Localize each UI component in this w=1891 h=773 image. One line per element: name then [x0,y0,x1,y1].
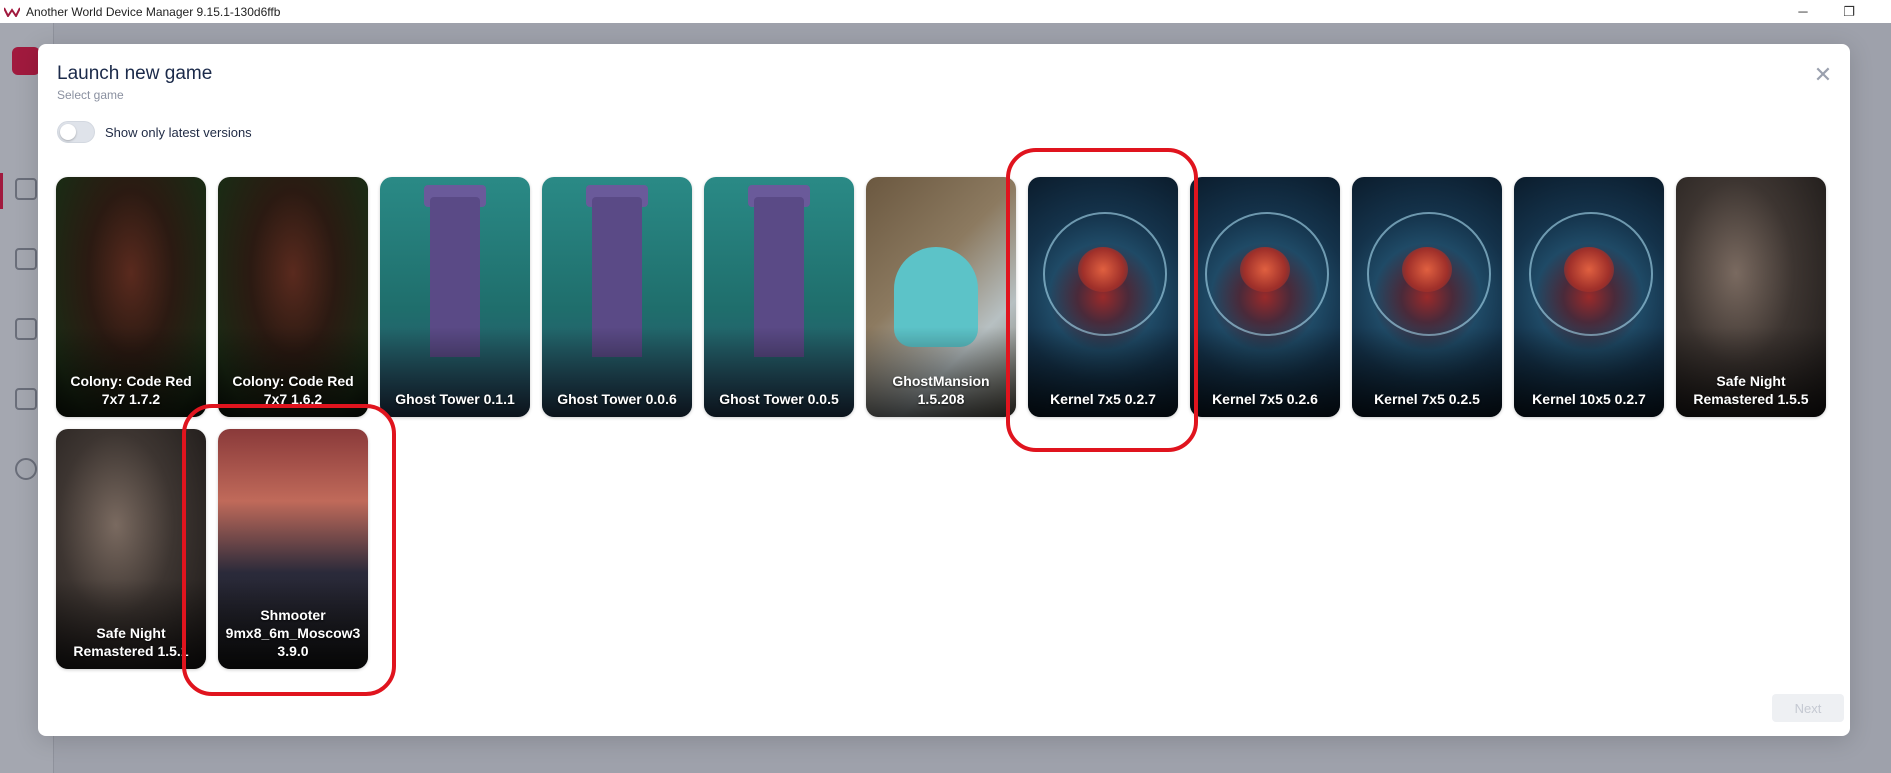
toggle-knob [60,124,76,140]
game-name: Safe Night Remastered 1.5.1 [73,625,189,659]
settings-icon[interactable] [15,458,37,480]
latest-versions-toggle-row: Show only latest versions [57,121,252,143]
game-card[interactable]: Shmooter 9mx8_6m_Moscow3 3.9.0 [218,429,368,669]
game-grid: Colony: Code Red 7x7 1.7.2 Colony: Code … [56,177,1846,677]
game-card[interactable]: Safe Night Remastered 1.5.5 [1676,177,1826,417]
game-card[interactable]: Ghost Tower 0.0.5 [704,177,854,417]
game-name: Kernel 10x5 0.2.7 [1532,391,1646,407]
modal-title: Launch new game [57,63,213,84]
game-card[interactable]: Kernel 7x5 0.2.6 [1190,177,1340,417]
minimize-button[interactable]: ─ [1780,0,1826,23]
close-icon[interactable]: ✕ [1808,60,1838,90]
game-card[interactable]: Ghost Tower 0.0.6 [542,177,692,417]
game-name: Kernel 7x5 0.2.6 [1212,391,1318,407]
restore-button[interactable]: ❐ [1826,0,1872,23]
toggle-label: Show only latest versions [105,124,252,140]
window-title: Another World Device Manager 9.15.1-130d… [26,4,281,19]
games-icon[interactable] [15,388,37,410]
game-name: Shmooter 9mx8_6m_Moscow3 3.9.0 [225,607,361,659]
window-titlebar: Another World Device Manager 9.15.1-130d… [0,0,1891,24]
game-card[interactable]: GhostMansion 1.5.208 [866,177,1016,417]
launch-game-modal: Launch new game Select game ✕ Show only … [38,44,1850,736]
game-card[interactable]: Kernel 7x5 0.2.7 [1028,177,1178,417]
game-card[interactable]: Colony: Code Red 7x7 1.7.2 [56,177,206,417]
devices-icon[interactable] [15,248,37,270]
list-icon[interactable] [15,318,37,340]
game-card[interactable]: Ghost Tower 0.1.1 [380,177,530,417]
sidebar-logo [12,47,40,75]
game-card[interactable]: Colony: Code Red 7x7 1.6.2 [218,177,368,417]
game-name: Ghost Tower 0.0.6 [557,391,677,407]
home-icon[interactable] [15,178,37,200]
game-name: Colony: Code Red 7x7 1.6.2 [232,373,354,407]
game-card[interactable]: Kernel 7x5 0.2.5 [1352,177,1502,417]
game-card[interactable]: Kernel 10x5 0.2.7 [1514,177,1664,417]
modal-subtitle: Select game [57,88,124,102]
app-logo-icon [4,7,20,17]
next-button[interactable]: Next [1772,694,1844,722]
game-name: Colony: Code Red 7x7 1.7.2 [70,373,192,407]
game-name: Ghost Tower 0.0.5 [719,391,839,407]
game-name: GhostMansion 1.5.208 [892,373,990,407]
latest-versions-toggle[interactable] [57,121,95,143]
sidebar-active-indicator [0,173,3,209]
game-name: Kernel 7x5 0.2.5 [1374,391,1480,407]
game-name: Safe Night Remastered 1.5.5 [1693,373,1809,407]
game-name: Kernel 7x5 0.2.7 [1050,391,1156,407]
game-name: Ghost Tower 0.1.1 [395,391,515,407]
game-card[interactable]: Safe Night Remastered 1.5.1 [56,429,206,669]
